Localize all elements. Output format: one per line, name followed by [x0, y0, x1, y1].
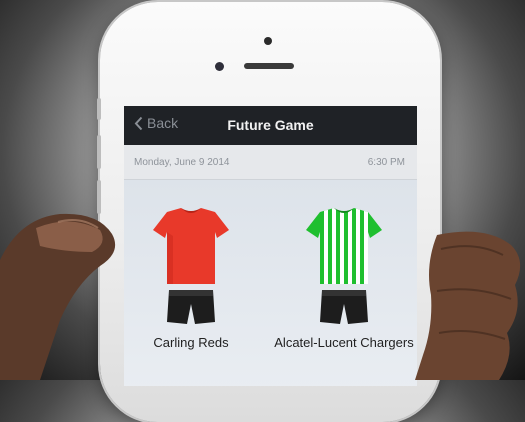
left-thumb: [0, 213, 116, 380]
photo-scene: Back Future Game Monday, June 9 2014 6:3…: [0, 0, 525, 422]
green-striped-jersey-icon: [306, 208, 382, 324]
game-time: 6:30 PM: [367, 157, 405, 168]
volume-up-button: [97, 135, 101, 169]
game-date-bar: Monday, June 9 2014 6:30 PM: [124, 145, 417, 180]
game-date: Monday, June 9 2014: [134, 157, 230, 168]
mute-switch: [97, 98, 101, 120]
right-hand: [415, 231, 521, 380]
team-home-name: Carling Reds: [153, 335, 229, 350]
camera-icon: [264, 37, 272, 45]
page-title: Future Game: [227, 117, 314, 133]
phone-screen: Back Future Game Monday, June 9 2014 6:3…: [124, 106, 417, 386]
team-away-name: Alcatel-Lucent Chargers: [274, 335, 414, 350]
earpiece-speaker: [244, 63, 294, 69]
red-jersey-icon: [153, 208, 229, 324]
front-camera-icon: [215, 62, 224, 71]
matchup-panel: Carling Reds Alcatel-Lucent Chargers: [124, 180, 417, 386]
team-home[interactable]: Carling Reds: [124, 208, 261, 351]
nav-bar: Back Future Game: [124, 106, 417, 145]
team-away[interactable]: Alcatel-Lucent Chargers: [274, 208, 414, 351]
